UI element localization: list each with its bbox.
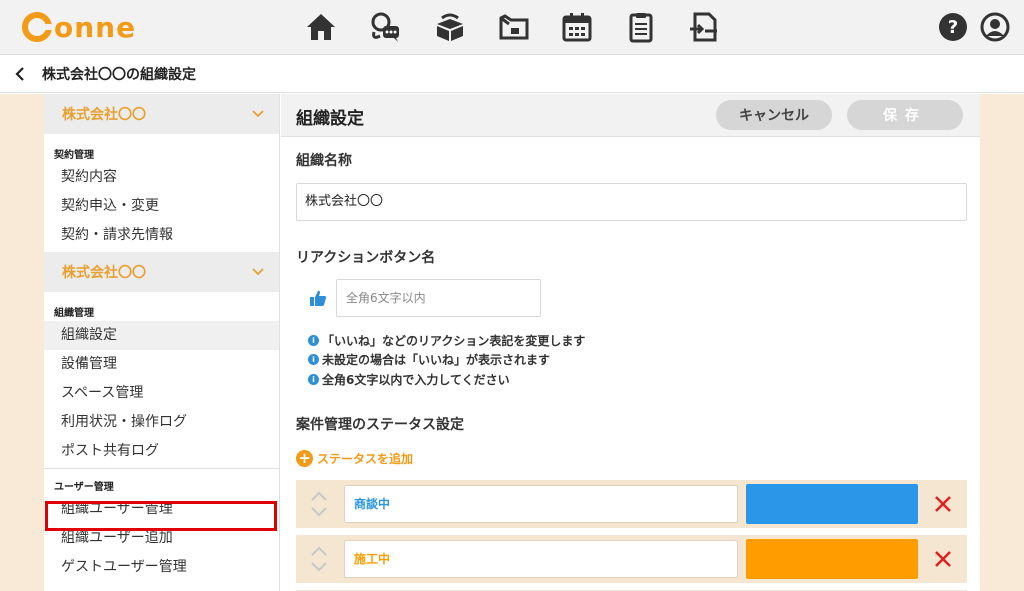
status-name-input[interactable]: 商談中 xyxy=(344,485,738,523)
info-text: 未設定の場合は「いいね」が表示されます xyxy=(322,353,551,367)
chevron-down-icon xyxy=(252,268,264,276)
info-line: i 「いいね」などのリアクション表記を変更します xyxy=(308,332,585,349)
logo-c-mark xyxy=(22,12,52,42)
sort-arrows-icon[interactable] xyxy=(309,543,329,575)
back-arrow-icon[interactable] xyxy=(0,55,40,93)
main-panel: 組織設定 キャンセル 保存 組織名称 株式会社〇〇 リアクションボタン名 全角6… xyxy=(281,94,980,591)
org-name-input[interactable]: 株式会社〇〇 xyxy=(296,183,967,221)
sidebar-group-label: ユーザー管理 xyxy=(54,482,114,493)
sidebar-org-name: 株式会社〇〇 xyxy=(62,265,146,281)
sidebar-item-guest-users[interactable]: ゲストユーザー管理 xyxy=(44,553,279,582)
info-line: i 未設定の場合は「いいね」が表示されます xyxy=(308,351,550,368)
breadcrumb: 株式会社〇〇の組織設定 xyxy=(0,55,1024,93)
conne-logo[interactable]: onne xyxy=(22,8,136,46)
info-icon: i xyxy=(308,354,319,365)
status-row: 商談中 xyxy=(296,480,967,528)
save-button[interactable]: 保存 xyxy=(847,100,963,130)
top-bar: onne ? xyxy=(0,0,1024,55)
sidebar-item-post-share-log[interactable]: ポスト共有ログ xyxy=(44,437,279,466)
page-title: 組織設定 xyxy=(296,109,364,129)
home-icon[interactable] xyxy=(303,9,339,45)
calendar-icon[interactable] xyxy=(559,9,595,45)
sidebar-item-contract-apply[interactable]: 契約申込・変更 xyxy=(44,192,279,221)
document-share-icon[interactable] xyxy=(686,9,722,45)
delete-icon[interactable] xyxy=(933,494,953,514)
add-status-button[interactable]: + ステータスを追加 xyxy=(296,450,413,467)
reaction-label: リアクションボタン名 xyxy=(296,250,436,266)
left-background xyxy=(0,94,44,591)
svg-text:?: ? xyxy=(948,17,958,38)
sidebar-item-equipment[interactable]: 設備管理 xyxy=(44,350,279,379)
info-text: 全角6文字以内で入力してください xyxy=(322,373,510,387)
folder-icon[interactable] xyxy=(496,9,532,45)
logo-text: onne xyxy=(54,10,137,44)
info-icon: i xyxy=(308,335,319,346)
sidebar-item-billing-info[interactable]: 契約・請求先情報 xyxy=(44,221,279,250)
sidebar-group-label: 組織管理 xyxy=(54,308,94,319)
thumbs-up-icon xyxy=(310,290,327,306)
main-header: 組織設定 キャンセル 保存 xyxy=(281,94,980,137)
sidebar-group-label: 契約管理 xyxy=(54,150,94,161)
sidebar-org-header[interactable]: 株式会社〇〇 xyxy=(44,252,279,292)
sidebar-item-org-settings[interactable]: 組織設定 xyxy=(44,321,279,350)
chevron-down-icon xyxy=(252,110,264,118)
org-name-label: 組織名称 xyxy=(296,153,352,169)
handshake-box-icon[interactable] xyxy=(432,9,468,45)
sidebar-item-space[interactable]: スペース管理 xyxy=(44,379,279,408)
sidebar-org-name: 株式会社〇〇 xyxy=(62,107,146,123)
breadcrumb-title: 株式会社〇〇の組織設定 xyxy=(42,66,196,83)
delete-icon[interactable] xyxy=(933,549,953,569)
right-background xyxy=(980,94,1024,591)
add-status-label: ステータスを追加 xyxy=(317,452,414,466)
status-section-label: 案件管理のステータス設定 xyxy=(296,417,464,433)
plus-icon: + xyxy=(296,450,313,467)
info-icon: i xyxy=(308,374,319,385)
sort-arrows-icon[interactable] xyxy=(309,488,329,520)
status-row: 施工中 xyxy=(296,535,967,583)
sidebar-item-usage-log[interactable]: 利用状況・操作ログ xyxy=(44,408,279,437)
info-line: i 全角6文字以内で入力してください xyxy=(308,371,510,388)
reaction-name-input[interactable]: 全角6文字以内 xyxy=(336,279,541,317)
info-text: 「いいね」などのリアクション表記を変更します xyxy=(322,334,586,348)
clipboard-icon[interactable] xyxy=(623,9,659,45)
sidebar-org-header[interactable]: 株式会社〇〇 xyxy=(44,94,279,134)
status-color-swatch[interactable] xyxy=(746,539,918,579)
highlight-box xyxy=(45,501,277,531)
chat-icon[interactable] xyxy=(367,9,403,45)
status-name-input[interactable]: 施工中 xyxy=(344,540,738,578)
sidebar-item-contract-details[interactable]: 契約内容 xyxy=(44,163,279,192)
cancel-button[interactable]: キャンセル xyxy=(716,100,832,130)
help-icon[interactable]: ? xyxy=(938,12,968,42)
status-color-swatch[interactable] xyxy=(746,484,918,524)
user-icon[interactable] xyxy=(980,12,1010,42)
